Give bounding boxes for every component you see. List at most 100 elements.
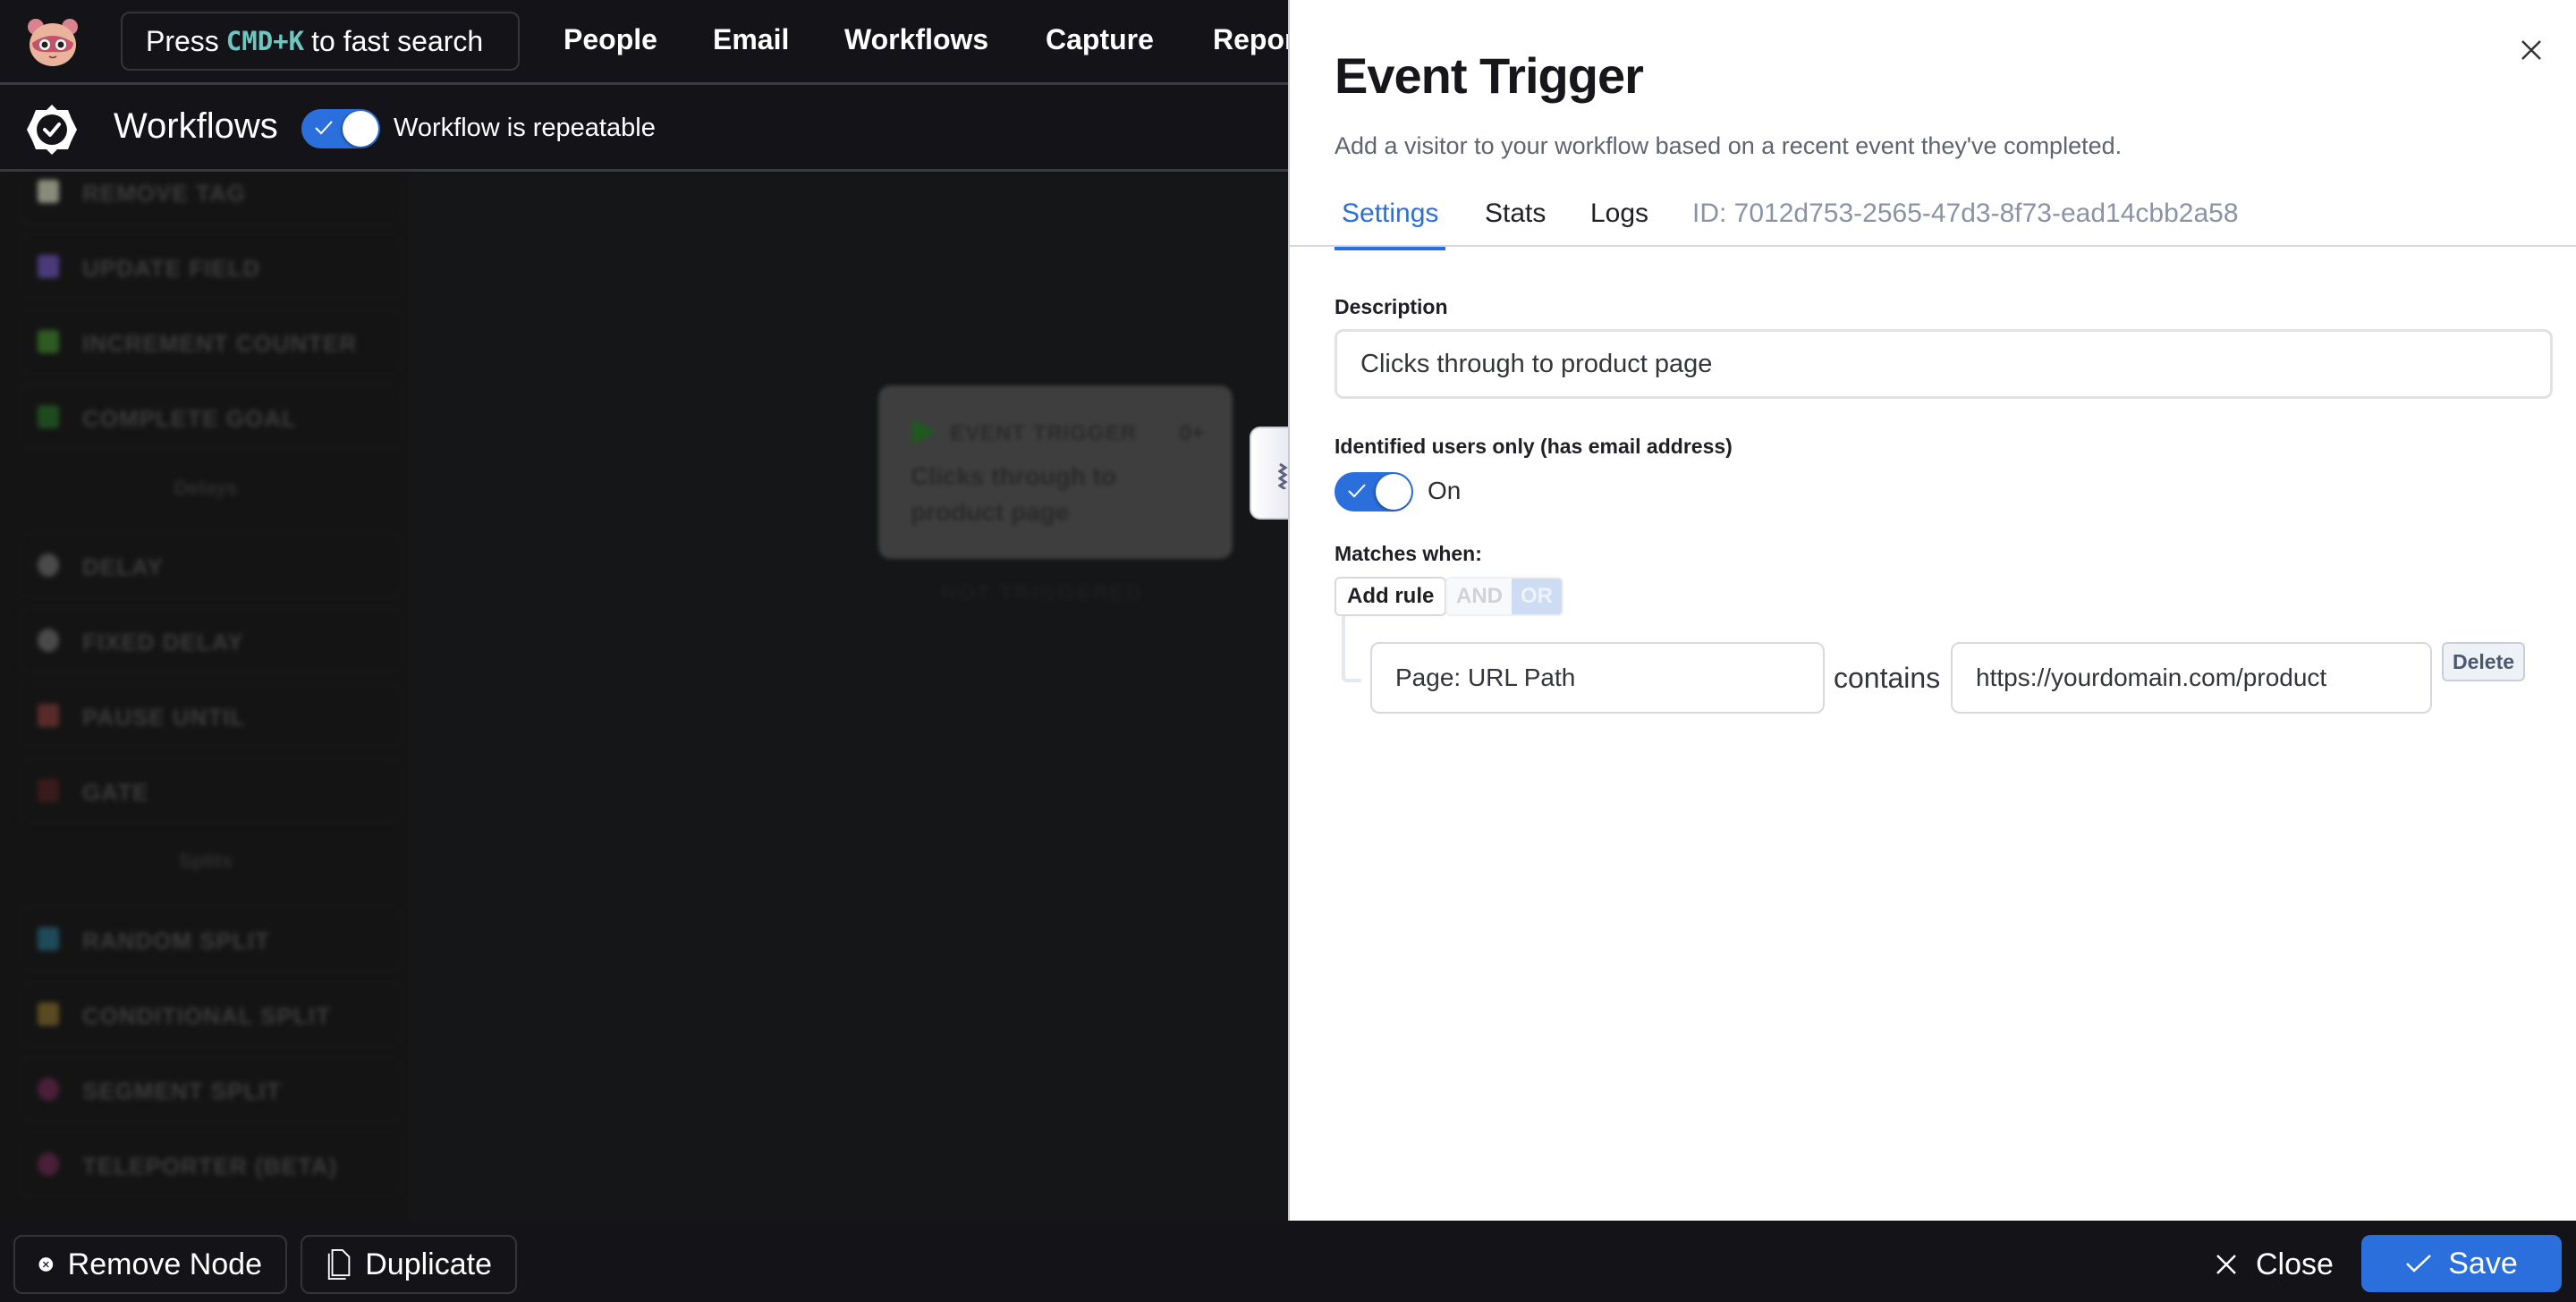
description-label: Description [1335,295,1448,318]
random-split-icon [38,927,59,951]
fast-search-button[interactable]: Press CMD+K to fast search [121,12,520,71]
palette-item-label: COMPLETE GOAL [82,405,297,432]
conditional-split-icon [38,1002,59,1026]
panel-tabs: Settings Stats Logs ID: 7012d753-2565-47… [1290,188,2576,250]
close-button[interactable]: Close [2215,1235,2334,1294]
workflow-badge-icon [27,105,77,155]
palette-item-label: TELEPORTER (BETA) [82,1153,338,1179]
close-label: Close [2256,1247,2334,1281]
palette-item-label: REMOVE TAG [82,180,246,207]
top-nav: Press CMD+K to fast search People Email … [0,0,1321,85]
check-icon [315,121,333,135]
logic-selector: AND OR [1445,577,1563,616]
palette-item-label: FIXED DELAY [82,629,244,655]
search-shortcut: CMD+K [225,26,305,56]
tab-logs[interactable]: Logs [1590,199,1648,245]
workflow-canvas[interactable]: EVENT TRIGGER 0+ Clicks through to produ… [411,174,1294,1221]
palette-item-label: RANDOM SPLIT [82,927,270,954]
tab-settings[interactable]: Settings [1335,199,1446,250]
delete-rule-button[interactable]: Delete [2442,642,2526,681]
nav-workflows[interactable]: Workflows [844,23,988,56]
panda-logo-icon[interactable] [25,16,80,68]
save-button[interactable]: Save [2361,1235,2562,1292]
section-delays: Delays [174,477,238,499]
add-rule-button[interactable]: Add rule [1335,577,1447,616]
matches-when-label: Matches when: [1335,542,1482,565]
palette-item-random-split[interactable]: RANDOM SPLIT [18,906,402,972]
node-status: NOT TRIGGERED [941,581,1144,605]
palette-item-pause-until[interactable]: PAUSE UNTIL [18,682,402,748]
palette-item-fixed-delay[interactable]: FIXED DELAY [18,607,402,673]
rule-field-select[interactable]: Page: URL Path [1370,642,1825,714]
close-icon[interactable] [2517,36,2546,64]
node-settings-panel: Event Trigger Add a visitor to your work… [1288,0,2576,1221]
palette-item-update-field[interactable]: UPDATE FIELD [18,233,402,300]
hourglass-icon [38,704,59,727]
search-prefix: Press [146,24,219,57]
panel-title: Event Trigger [1335,47,1644,104]
rule-value-input[interactable]: https://yourdomain.com/product [1951,642,2432,714]
node-count: 0+ [1179,421,1204,445]
rule-operator[interactable]: contains [1834,662,1940,695]
person-tag-icon [38,180,59,203]
identified-users-label: Identified users only (has email address… [1335,435,1733,458]
field-grid-icon [38,255,59,278]
toggle-knob [343,111,378,147]
rule-connector [1342,616,1361,682]
palette-item-label: GATE [82,779,149,806]
tab-stats[interactable]: Stats [1485,199,1546,245]
bottom-action-bar: Remove Node Duplicate Close Save [0,1221,2576,1302]
repeatable-label: Workflow is repeatable [394,114,656,142]
teleporter-icon [38,1153,59,1176]
palette-item-label: PAUSE UNTIL [82,704,246,731]
checkmark-icon [38,405,59,428]
duplicate-button[interactable]: Duplicate [301,1235,517,1294]
node-palette-sidebar: REMOVE TAG UPDATE FIELD INCREMENT COUNTE… [0,174,411,1221]
toggle-knob [1376,474,1411,510]
palette-item-conditional-split[interactable]: CONDITIONAL SPLIT [18,981,402,1047]
clock-icon [38,629,59,652]
event-trigger-node[interactable]: EVENT TRIGGER 0+ Clicks through to produ… [878,385,1233,559]
palette-item-label: CONDITIONAL SPLIT [82,1002,331,1029]
remove-node-button[interactable]: Remove Node [13,1235,287,1294]
workflows-title: Workflows [114,106,278,146]
palette-item-gate[interactable]: GATE [18,757,402,824]
workflow-toolbar: Workflows Workflow is repeatable [0,85,1288,172]
nav-email[interactable]: Email [713,23,789,56]
palette-item-label: DELAY [82,554,164,580]
palette-item-label: INCREMENT COUNTER [82,330,358,357]
repeatable-toggle[interactable] [301,109,380,148]
node-id: ID: 7012d753-2565-47d3-8f73-ead14cbb2a58 [1692,199,2239,228]
remove-circle-icon [38,1257,54,1272]
palette-item-label: SEGMENT SPLIT [82,1078,282,1104]
gate-icon [38,779,59,802]
identified-toggle-state: On [1428,477,1462,504]
description-input[interactable]: Clicks through to product page [1335,329,2553,399]
palette-item-remove-tag[interactable]: REMOVE TAG [18,174,402,224]
logic-or-button[interactable]: OR [1512,579,1562,614]
duplicate-icon [327,1249,351,1280]
palette-item-complete-goal[interactable]: COMPLETE GOAL [18,384,402,450]
search-suffix: to fast search [311,24,484,57]
logic-and-button[interactable]: AND [1447,579,1512,614]
node-description: Clicks through to product page [911,462,1117,526]
check-icon [1348,484,1366,498]
panel-subtitle: Add a visitor to your workflow based on … [1335,132,2123,159]
nav-people[interactable]: People [564,23,657,56]
save-label: Save [2448,1246,2518,1281]
check-icon [2406,1255,2432,1272]
palette-item-delay[interactable]: DELAY [18,532,402,598]
identified-users-toggle[interactable] [1335,472,1413,512]
duplicate-label: Duplicate [365,1247,492,1281]
counter-icon [38,330,59,353]
palette-item-increment-counter[interactable]: INCREMENT COUNTER [18,309,402,375]
palette-item-label: UPDATE FIELD [82,255,261,282]
close-x-icon [2216,1255,2236,1274]
palette-item-segment-split[interactable]: SEGMENT SPLIT [18,1056,402,1122]
palette-item-teleporter[interactable]: TELEPORTER (BETA) [18,1131,402,1197]
remove-node-label: Remove Node [67,1247,262,1281]
app-root: Press CMD+K to fast search People Email … [0,0,2576,1302]
nav-capture[interactable]: Capture [1046,23,1154,56]
node-type: EVENT TRIGGER [950,421,1138,445]
clock-icon [38,554,59,577]
